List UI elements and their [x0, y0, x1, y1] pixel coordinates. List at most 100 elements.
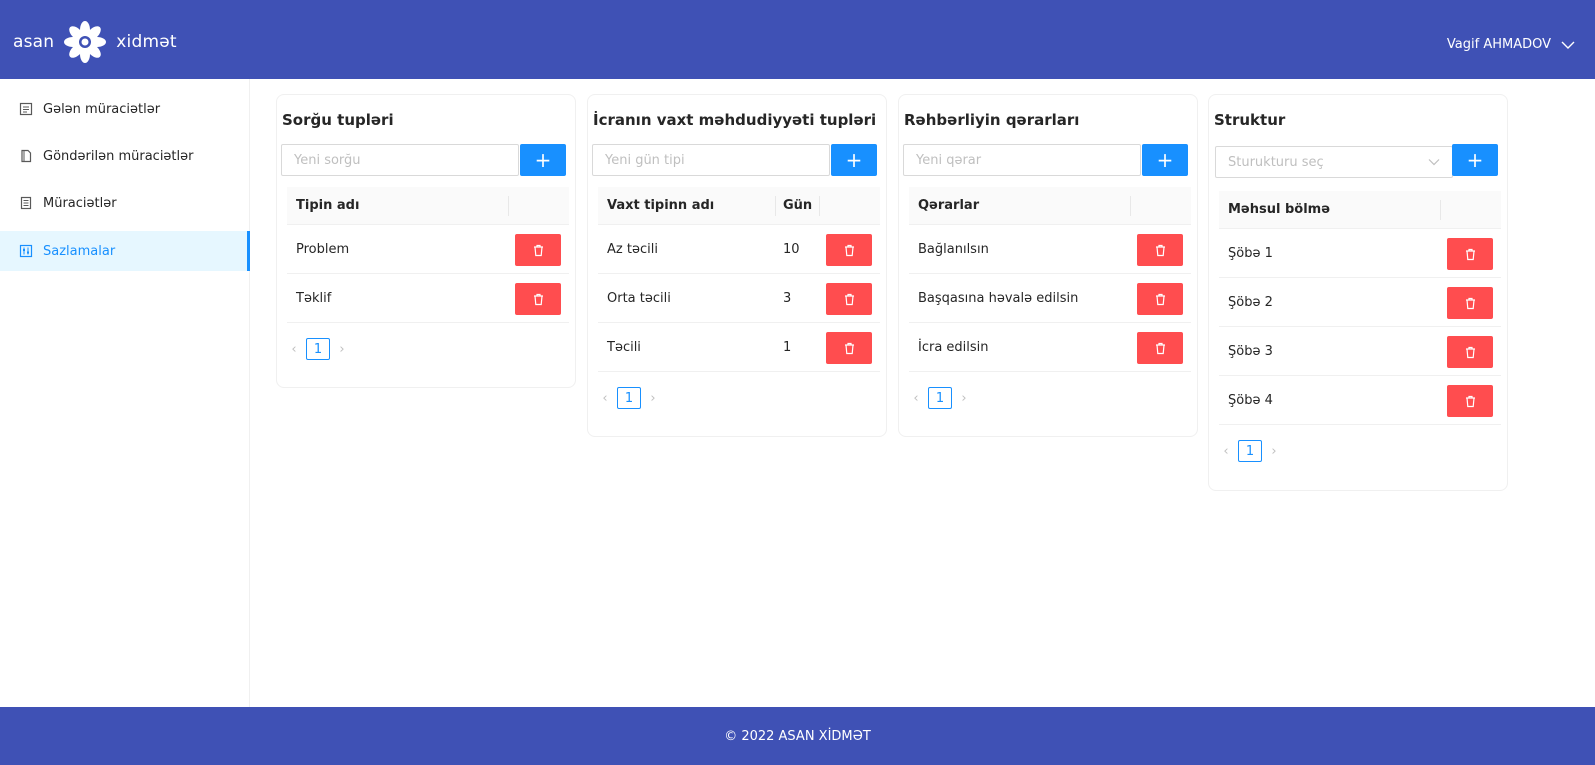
trash-icon	[1155, 244, 1165, 256]
card-structure: Struktur Sturukturu seç + Məhsul bölmə Ş…	[1208, 94, 1508, 491]
row-days: 3	[783, 290, 792, 306]
delete-button[interactable]	[826, 283, 872, 315]
sidebar-item-sent[interactable]: Göndərilən müraciətlər	[0, 136, 250, 176]
column-header-days: Gün	[783, 198, 813, 213]
card-title: Struktur	[1214, 111, 1286, 129]
column-separator	[1130, 196, 1131, 216]
trash-icon	[1155, 293, 1165, 305]
input-placeholder: Yeni sorğu	[294, 152, 361, 168]
page-number[interactable]: 1	[928, 387, 952, 409]
table-row: Başqasına həvalə edilsin	[909, 274, 1191, 323]
row-name: Az təcili	[607, 241, 658, 257]
delete-button[interactable]	[1447, 336, 1493, 368]
sidebar-item-requests[interactable]: Müraciətlər	[0, 183, 250, 223]
next-page-icon[interactable]: ›	[1269, 444, 1279, 459]
table-row: Şöbə 2	[1219, 278, 1501, 327]
trash-icon	[533, 293, 543, 305]
table-row: Az təcili 10	[598, 225, 880, 274]
sidebar-item-settings[interactable]: Sazlamalar	[0, 231, 250, 271]
column-separator	[775, 196, 776, 216]
table-row: Şöbə 1	[1219, 229, 1501, 278]
column-separator	[508, 196, 509, 216]
pagination: ‹ 1 ›	[289, 338, 347, 360]
table-header: Vaxt tipinn adı Gün	[598, 187, 880, 225]
new-request-input[interactable]: Yeni sorğu	[281, 144, 519, 176]
prev-page-icon[interactable]: ‹	[289, 342, 299, 357]
row-name: İcra edilsin	[918, 339, 989, 355]
delete-button[interactable]	[1447, 287, 1493, 319]
top-header: asan xidmət Vagif AHMADOV	[0, 0, 1595, 79]
card-title: Rəhbərliyin qərarları	[904, 111, 1080, 129]
prev-page-icon[interactable]: ‹	[1221, 444, 1231, 459]
card-time-limit-types: İcranın vaxt məhdudiyyəti tupləri Yeni g…	[587, 94, 887, 437]
trash-icon	[533, 244, 543, 256]
user-menu[interactable]: Vagif AHMADOV	[1447, 37, 1575, 52]
asan-xidmet-logo[interactable]: asan xidmət	[13, 20, 177, 64]
delete-button[interactable]	[1447, 238, 1493, 270]
prev-page-icon[interactable]: ‹	[911, 391, 921, 406]
delete-button[interactable]	[826, 234, 872, 266]
next-page-icon[interactable]: ›	[648, 391, 658, 406]
trash-icon	[1155, 342, 1165, 354]
request-types-table: Tipin adı Problem Təklif	[287, 187, 569, 323]
delete-button[interactable]	[1137, 234, 1183, 266]
next-page-icon[interactable]: ›	[959, 391, 969, 406]
document-icon	[19, 149, 33, 163]
table-row: İcra edilsin	[909, 323, 1191, 372]
chevron-down-icon	[1561, 41, 1575, 49]
table-row: Şöbə 3	[1219, 327, 1501, 376]
add-button[interactable]: +	[1452, 144, 1498, 176]
new-decision-input[interactable]: Yeni qərar	[903, 144, 1141, 176]
page-number[interactable]: 1	[617, 387, 641, 409]
delete-button[interactable]	[1447, 385, 1493, 417]
user-name: Vagif AHMADOV	[1446, 37, 1551, 52]
column-header: Tipin adı	[296, 198, 360, 213]
delete-button[interactable]	[826, 332, 872, 364]
new-day-type-input[interactable]: Yeni gün tipi	[592, 144, 830, 176]
time-limit-table: Vaxt tipinn adı Gün Az təcili 10 Orta tə…	[598, 187, 880, 372]
table-row: Təklif	[287, 274, 569, 323]
row-days: 10	[783, 241, 800, 257]
structure-select[interactable]: Sturukturu seç	[1215, 146, 1453, 178]
settings-sliders-icon	[19, 244, 33, 258]
table-row: Təcili 1	[598, 323, 880, 372]
sidebar-item-label: Göndərilən müraciətlər	[43, 148, 194, 164]
row-name: Təcili	[607, 339, 641, 355]
sidebar-item-label: Sazlamalar	[43, 243, 116, 259]
card-title: İcranın vaxt məhdudiyyəti tupləri	[593, 111, 877, 129]
table-row: Şöbə 4	[1219, 376, 1501, 425]
page-number[interactable]: 1	[306, 338, 330, 360]
add-button[interactable]: +	[831, 144, 877, 176]
delete-button[interactable]	[515, 234, 561, 266]
table-header: Qərarlar	[909, 187, 1191, 225]
column-header: Vaxt tipinn adı	[607, 198, 715, 213]
sidebar: Gələn müraciətlər Göndərilən müraciətlər…	[0, 79, 250, 707]
add-button[interactable]: +	[520, 144, 566, 176]
table-row: Problem	[287, 225, 569, 274]
logo-text-left: asan	[13, 32, 55, 52]
copyright-text: © 2022 ASAN XİDMƏT	[724, 728, 871, 744]
trash-icon	[1465, 297, 1475, 309]
delete-button[interactable]	[1137, 283, 1183, 315]
sidebar-item-label: Gələn müraciətlər	[43, 101, 161, 117]
pagination: ‹ 1 ›	[1221, 440, 1279, 462]
delete-button[interactable]	[1137, 332, 1183, 364]
next-page-icon[interactable]: ›	[337, 342, 347, 357]
card-request-types: Sorğu tupləri Yeni sorğu + Tipin adı Pro…	[276, 94, 576, 388]
sidebar-item-label: Müraciətlər	[43, 195, 117, 211]
row-name: Orta təcili	[607, 290, 671, 306]
row-name: Başqasına həvalə edilsin	[918, 290, 1079, 306]
row-name: Bağlanılsın	[918, 241, 989, 257]
column-separator	[819, 196, 820, 216]
trash-icon	[1465, 395, 1475, 407]
table-header: Tipin adı	[287, 187, 569, 225]
table-header: Məhsul bölmə	[1219, 191, 1501, 229]
prev-page-icon[interactable]: ‹	[600, 391, 610, 406]
page-number[interactable]: 1	[1238, 440, 1262, 462]
inbox-list-icon	[19, 102, 33, 116]
column-header: Məhsul bölmə	[1228, 202, 1331, 217]
delete-button[interactable]	[515, 283, 561, 315]
card-title: Sorğu tupləri	[282, 111, 394, 129]
add-button[interactable]: +	[1142, 144, 1188, 176]
sidebar-item-incoming[interactable]: Gələn müraciətlər	[0, 89, 250, 129]
